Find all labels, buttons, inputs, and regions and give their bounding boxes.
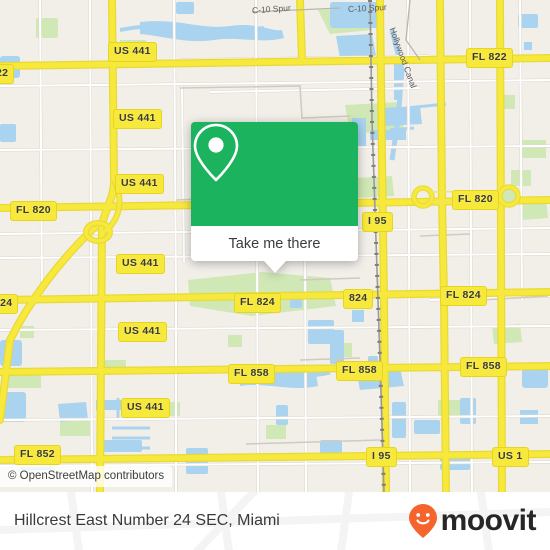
road-shield[interactable]: US 441 (121, 398, 170, 418)
page-title: Hillcrest East Number 24 SEC, Miami (14, 512, 280, 529)
road-shield[interactable]: FL 852 (14, 445, 61, 465)
map-canvas[interactable]: US 441 22 FL 822 US 441 US 441 FL 820 FL… (0, 0, 550, 492)
map-pin-icon (193, 123, 239, 182)
road-shield[interactable]: US 441 (115, 174, 164, 194)
road-shield[interactable]: FL 824 (440, 286, 487, 306)
road-shield[interactable]: 22 (0, 64, 15, 84)
road-shield[interactable]: US 1 (492, 447, 529, 467)
callout-header (191, 122, 358, 226)
road-shield[interactable]: US 441 (108, 42, 157, 62)
road-shield[interactable]: 824 (0, 294, 19, 314)
road-shield[interactable]: I 95 (362, 212, 393, 232)
road-shield[interactable]: FL 822 (466, 48, 513, 68)
road-shield[interactable]: FL 824 (234, 293, 281, 313)
road-shield[interactable]: FL 820 (452, 190, 499, 210)
footer-bar: Hillcrest East Number 24 SEC, Miami moov… (0, 492, 550, 550)
road-shield[interactable]: FL 858 (336, 361, 383, 381)
road-shield[interactable]: FL 820 (10, 201, 57, 221)
moovit-pin-smiley-icon (408, 504, 437, 538)
take-me-there-label: Take me there (228, 235, 321, 252)
road-shield[interactable]: US 441 (113, 109, 162, 129)
road-shield[interactable]: US 441 (116, 254, 165, 274)
road-shield[interactable]: FL 858 (228, 364, 275, 384)
road-shield[interactable]: US 441 (118, 322, 167, 342)
map-text-label: C-10 Spur (347, 1, 387, 15)
osm-attribution[interactable]: © OpenStreetMap contributors (0, 466, 173, 487)
moovit-wordmark: moovit (440, 504, 537, 537)
callout-tail-arrow (263, 261, 286, 273)
road-shield[interactable]: FL 858 (460, 357, 507, 377)
location-callout-card[interactable]: Take me there (191, 122, 358, 273)
take-me-there-button[interactable]: Take me there (191, 226, 358, 261)
road-shield[interactable]: I 95 (366, 447, 397, 467)
moovit-logo[interactable]: moovit (408, 503, 537, 539)
road-shield[interactable]: 824 (343, 289, 374, 309)
map-screenshot: US 441 22 FL 822 US 441 US 441 FL 820 FL… (0, 0, 550, 550)
